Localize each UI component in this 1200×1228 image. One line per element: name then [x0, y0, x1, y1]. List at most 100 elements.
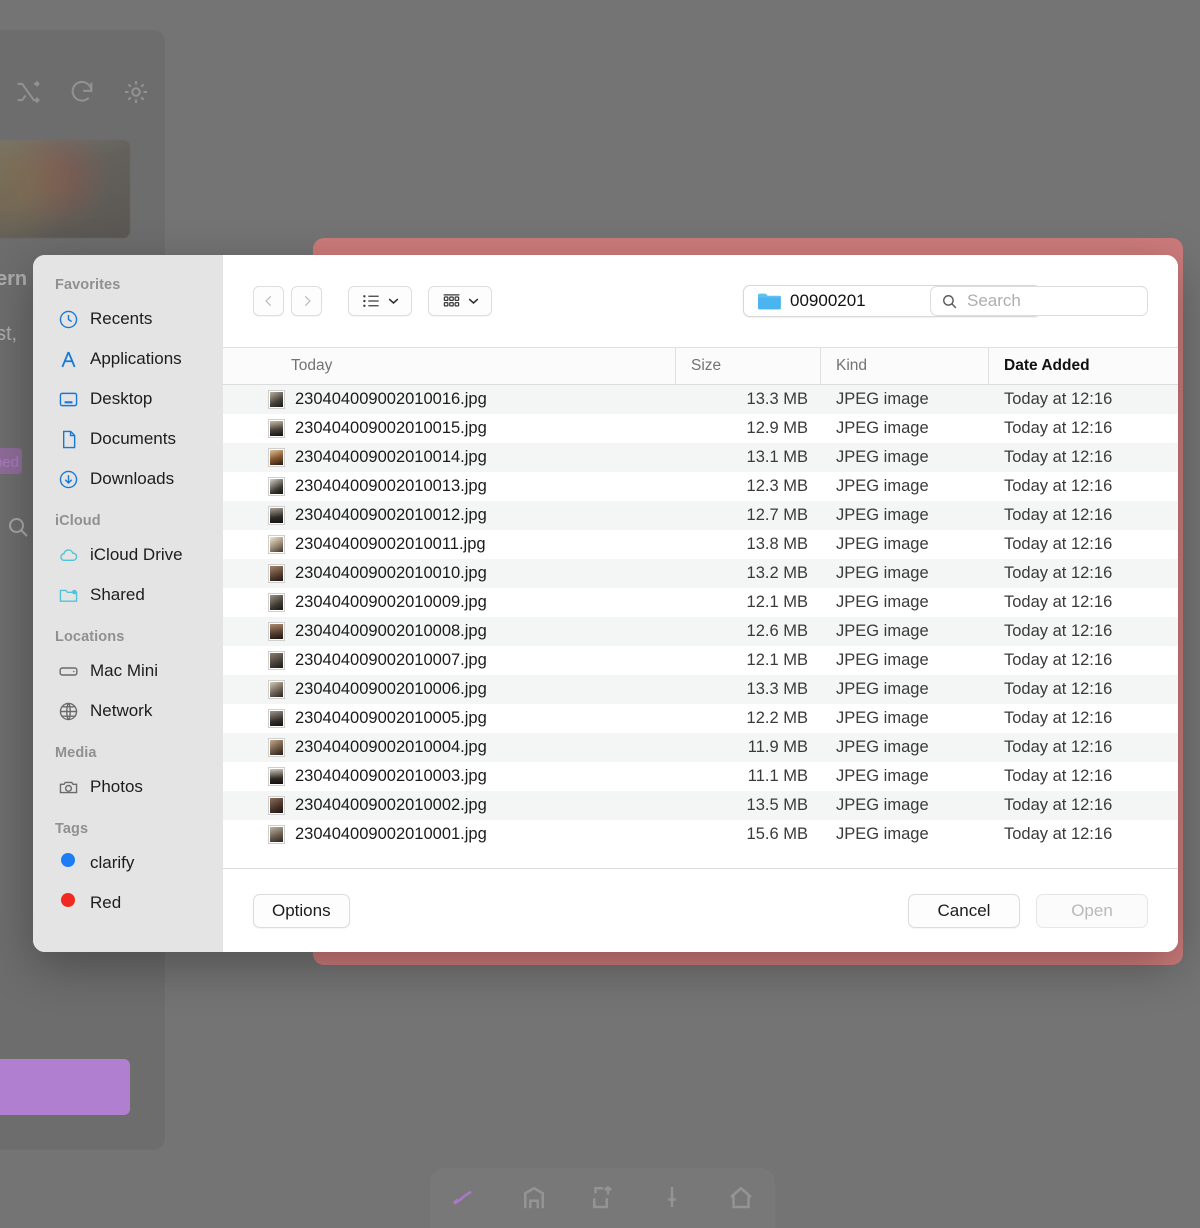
sidebar-item-label: Photos [90, 777, 143, 796]
file-name-label: 230404009002010009.jpg [295, 593, 487, 611]
sidebar-group-favorites: Favorites Recents Applications Desktop D… [33, 277, 223, 499]
file-size-cell: 12.2 MB [746, 709, 808, 727]
file-size-cell: 13.8 MB [746, 535, 808, 553]
file-kind-cell: JPEG image [836, 767, 929, 785]
file-name-cell: 230404009002010006.jpg [223, 675, 675, 704]
file-name-label: 230404009002010012.jpg [295, 506, 487, 524]
forward-button[interactable] [291, 286, 322, 316]
table-row[interactable]: 230404009002010010.jpg 13.2 MB JPEG image T… [223, 559, 1178, 588]
table-row[interactable]: 230404009002010013.jpg 12.3 MB JPEG image T… [223, 472, 1178, 501]
sidebar-item-icloud-drive[interactable]: iCloud Drive [33, 535, 223, 575]
table-row[interactable]: 230404009002010011.jpg 13.8 MB JPEG image T… [223, 530, 1178, 559]
sidebar-group-icloud: iCloud iCloud Drive Shared [33, 513, 223, 615]
sidebar-item-label: Desktop [90, 389, 153, 408]
file-size-cell: 12.7 MB [746, 506, 808, 524]
table-row[interactable]: 230404009002010007.jpg 12.1 MB JPEG image T… [223, 646, 1178, 675]
clock-icon [58, 309, 79, 330]
column-header-size[interactable]: Size [675, 348, 820, 384]
search-input[interactable] [967, 291, 1137, 311]
file-thumbnail-icon [268, 419, 285, 438]
shuffle-icon [14, 78, 42, 111]
background-purple-block [0, 1059, 130, 1115]
file-date-added-cell: Today at 12:16 [1004, 535, 1113, 553]
file-date-added-cell: Today at 12:16 [1004, 796, 1113, 814]
file-kind-cell: JPEG image [836, 651, 929, 669]
search-field[interactable] [930, 286, 1148, 316]
file-date-added-cell: Today at 12:16 [1004, 593, 1113, 611]
sidebar-item-tag-red[interactable]: Red [33, 883, 223, 923]
file-size-cell: 13.3 MB [746, 390, 808, 408]
file-name-cell: 230404009002010010.jpg [223, 559, 675, 588]
sidebar-item-label: Downloads [90, 469, 175, 488]
table-row[interactable]: 230404009002010001.jpg 15.6 MB JPEG image T… [223, 820, 1178, 849]
table-row[interactable]: 230404009002010002.jpg 13.5 MB JPEG image T… [223, 791, 1178, 820]
file-date-added-cell: Today at 12:16 [1004, 825, 1113, 843]
file-name-cell: 230404009002010008.jpg [223, 617, 675, 646]
column-header-name[interactable]: Today [223, 348, 675, 384]
view-mode-menu[interactable] [348, 286, 412, 316]
file-thumbnail-icon [268, 535, 285, 554]
table-row[interactable]: 230404009002010015.jpg 12.9 MB JPEG image T… [223, 414, 1178, 443]
sidebar-item-recents[interactable]: Recents [33, 299, 223, 339]
sidebar-section-title-tags: Tags [55, 821, 89, 837]
open-button[interactable]: Open [1036, 893, 1148, 928]
cancel-button[interactable]: Cancel [908, 893, 1020, 928]
table-row[interactable]: 230404009002010008.jpg 12.6 MB JPEG image T… [223, 617, 1178, 646]
sidebar-section-title-locations: Locations [55, 629, 125, 645]
sidebar-item-mac-mini[interactable]: Mac Mini [33, 651, 223, 691]
sidebar-item-label: Red [90, 893, 122, 912]
file-name-label: 230404009002010014.jpg [295, 448, 487, 466]
file-date-added-cell: Today at 12:16 [1004, 448, 1113, 466]
table-row[interactable]: 230404009002010012.jpg 12.7 MB JPEG image T… [223, 501, 1178, 530]
file-name-cell: 230404009002010002.jpg [223, 791, 675, 820]
sidebar-item-label: Network [90, 701, 153, 720]
file-thumbnail-icon [268, 593, 285, 612]
background-text-fragment-2: st, [0, 323, 18, 345]
table-row[interactable]: 230404009002010009.jpg 12.1 MB JPEG image T… [223, 588, 1178, 617]
background-icon-row [14, 78, 150, 111]
group-by-menu[interactable] [428, 286, 492, 316]
file-name-label: 230404009002010006.jpg [295, 680, 487, 698]
table-row[interactable]: 230404009002010004.jpg 11.9 MB JPEG image T… [223, 733, 1178, 762]
sidebar-section-title-favorites: Favorites [55, 277, 121, 293]
sidebar-item-desktop[interactable]: Desktop [33, 379, 223, 419]
column-header-date-added[interactable]: Date Added [988, 348, 1178, 384]
background-dock [430, 1168, 775, 1228]
background-search-icon [6, 515, 30, 544]
sidebar[interactable]: Favorites Recents Applications Desktop D… [33, 255, 223, 952]
sidebar-group-tags: Tags clarify Red [33, 821, 223, 923]
file-kind-cell: JPEG image [836, 825, 929, 843]
sidebar-item-applications[interactable]: Applications [33, 339, 223, 379]
file-name-cell: 230404009002010014.jpg [223, 443, 675, 472]
file-kind-cell: JPEG image [836, 506, 929, 524]
file-name-label: 230404009002010002.jpg [295, 796, 487, 814]
file-kind-cell: JPEG image [836, 680, 929, 698]
sidebar-item-shared[interactable]: Shared [33, 575, 223, 615]
file-size-cell: 12.6 MB [746, 622, 808, 640]
table-row[interactable]: 230404009002010006.jpg 13.3 MB JPEG image T… [223, 675, 1178, 704]
table-row[interactable]: 230404009002010003.jpg 11.1 MB JPEG image T… [223, 762, 1178, 791]
group-by-icon [443, 294, 459, 307]
file-date-added-cell: Today at 12:16 [1004, 506, 1113, 524]
file-name-label: 230404009002010005.jpg [295, 709, 487, 727]
file-name-label: 230404009002010011.jpg [295, 535, 486, 553]
column-header-kind[interactable]: Kind [820, 348, 988, 384]
file-size-cell: 12.1 MB [746, 593, 808, 611]
sidebar-item-downloads[interactable]: Downloads [33, 459, 223, 499]
sidebar-item-documents[interactable]: Documents [33, 419, 223, 459]
file-name-cell: 230404009002010016.jpg [223, 385, 675, 414]
file-date-added-cell: Today at 12:16 [1004, 564, 1113, 582]
file-list[interactable]: 230404009002010016.jpg 13.3 MB JPEG image T… [223, 385, 1178, 868]
options-button[interactable]: Options [253, 893, 350, 928]
sidebar-item-tag-clarify[interactable]: clarify [33, 843, 223, 883]
table-row[interactable]: 230404009002010016.jpg 13.3 MB JPEG image T… [223, 385, 1178, 414]
open-file-dialog: Favorites Recents Applications Desktop D… [33, 255, 1178, 952]
shared-folder-icon [58, 585, 79, 606]
back-button[interactable] [253, 286, 284, 316]
background-text-fragment-1: ern [0, 268, 28, 290]
sidebar-item-photos[interactable]: Photos [33, 767, 223, 807]
sidebar-item-network[interactable]: Network [33, 691, 223, 731]
mac-mini-icon [58, 661, 79, 682]
table-row[interactable]: 230404009002010014.jpg 13.1 MB JPEG image T… [223, 443, 1178, 472]
table-row[interactable]: 230404009002010005.jpg 12.2 MB JPEG image T… [223, 704, 1178, 733]
